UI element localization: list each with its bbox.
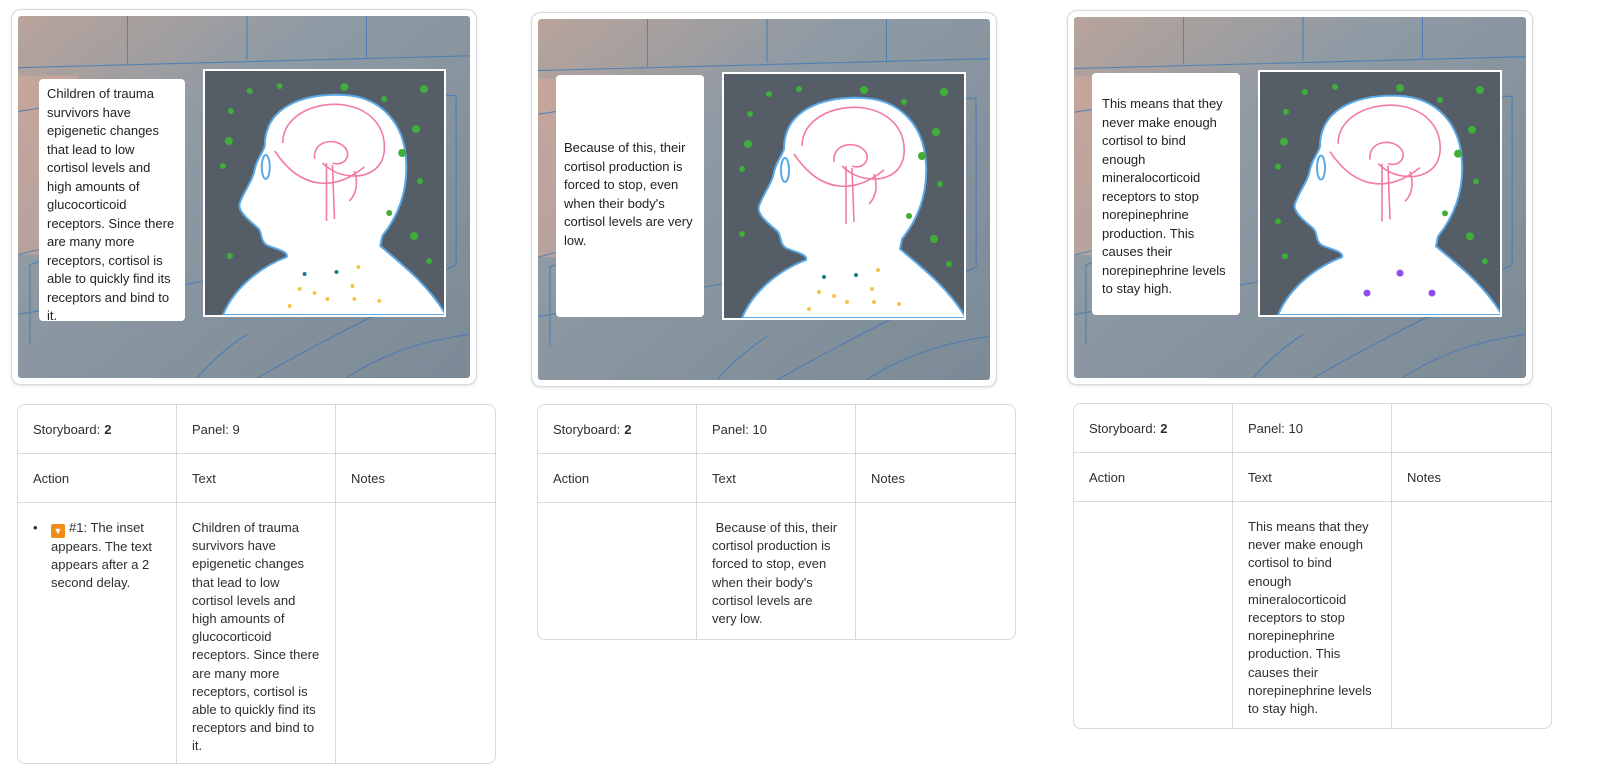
- action-cell[interactable]: [1074, 502, 1234, 728]
- notes-cell[interactable]: [336, 503, 495, 763]
- table-row-meta: Storyboard: 2 Panel: 10: [1074, 404, 1551, 453]
- panel-cell: Panel: 10: [697, 405, 857, 453]
- table-row-headers: Action Text Notes: [538, 454, 1015, 503]
- action-header: Action: [1074, 453, 1234, 501]
- panel-caption: Because of this, their cortisol producti…: [556, 75, 704, 317]
- action-header: Action: [18, 454, 178, 502]
- panel-frame-10b[interactable]: This means that they never make enough c…: [1067, 10, 1533, 385]
- text-cell[interactable]: Because of this, their cortisol producti…: [697, 503, 857, 639]
- inset-head-image: [1258, 70, 1502, 317]
- text-header: Text: [697, 454, 857, 502]
- notes-header: Notes: [351, 470, 385, 486]
- head-brain-illustration: [1260, 72, 1500, 315]
- notes-cell[interactable]: [856, 503, 1015, 639]
- panel-cell: Panel: 10: [1233, 404, 1393, 452]
- panel-frame-9[interactable]: Children of trauma survivors have epigen…: [11, 9, 477, 385]
- empty-cell: [1392, 404, 1551, 452]
- storyboard-table: Storyboard: 2 Panel: 10 Action Text Notes…: [1073, 403, 1552, 729]
- panel-caption: Children of trauma survivors have epigen…: [39, 79, 185, 323]
- table-row-content: Because of this, their cortisol producti…: [538, 503, 1015, 639]
- storyboard-cell: Storyboard: 2: [538, 405, 698, 453]
- text-cell[interactable]: Children of trauma survivors have epigen…: [177, 503, 337, 763]
- text-cell[interactable]: This means that they never make enough c…: [1233, 502, 1393, 728]
- empty-cell: [856, 405, 1015, 453]
- text-header: Text: [177, 454, 337, 502]
- head-brain-illustration: [205, 71, 444, 315]
- inset-head-image: [722, 72, 966, 320]
- panel-frame-10[interactable]: Because of this, their cortisol producti…: [531, 12, 997, 387]
- action-text: #1: The inset appears. The text appears …: [51, 520, 156, 591]
- panel-cell: Panel: 9: [177, 405, 337, 453]
- notes-cell[interactable]: [1392, 502, 1551, 728]
- action-cell[interactable]: • ▼ #1: The inset appears. The text appear…: [18, 503, 178, 763]
- head-brain-illustration: [724, 74, 964, 318]
- table-row-headers: Action Text Notes: [1074, 453, 1551, 502]
- table-row-meta: Storyboard: 2 Panel: 10: [538, 405, 1015, 454]
- storyboard-cell: Storyboard: 2: [18, 405, 178, 453]
- notes-header: Notes: [1407, 469, 1441, 485]
- empty-cell: [336, 405, 495, 453]
- table-row-headers: Action Text Notes: [18, 454, 495, 503]
- storyboard-table: Storyboard: 2 Panel: 9 Action Text Notes …: [17, 404, 496, 764]
- storyboard-cell: Storyboard: 2: [1074, 404, 1234, 452]
- notes-header: Notes: [871, 470, 905, 486]
- table-row-meta: Storyboard: 2 Panel: 9: [18, 405, 495, 454]
- action-cell[interactable]: [538, 503, 698, 639]
- text-header: Text: [1233, 453, 1393, 501]
- panel-caption: This means that they never make enough c…: [1092, 73, 1240, 315]
- action-header: Action: [538, 454, 698, 502]
- storyboard-table: Storyboard: 2 Panel: 10 Action Text Notes…: [537, 404, 1016, 640]
- table-row-content: • ▼ #1: The inset appears. The text appear…: [18, 503, 495, 763]
- inset-head-image: [203, 69, 446, 317]
- table-row-content: This means that they never make enough c…: [1074, 502, 1551, 728]
- play-badge-icon: ▼: [51, 524, 65, 538]
